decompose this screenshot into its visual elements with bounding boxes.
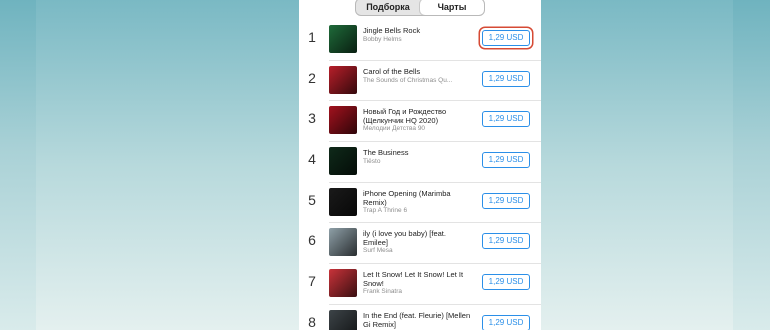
album-artwork[interactable] [329, 269, 357, 298]
artist-name: Мелодии Детства 90 [363, 125, 426, 133]
background-stage: Подборка Чарты 1 Jingle Bells Rock Bobby H… [36, 0, 733, 330]
chart-row[interactable]: 4 The Business Tiësto 1,29 USD [299, 142, 541, 183]
album-artwork[interactable] [329, 228, 357, 257]
chart-list: 1 Jingle Bells Rock Bobby Helms 1,29 USD 2 Ca… [299, 20, 541, 330]
chart-row[interactable]: 5 iPhone Opening (Marimba Remix) Trap A Th… [299, 183, 541, 224]
track-title: iPhone Opening (Marimba Remix) [363, 188, 451, 207]
rank-number: 1 [308, 29, 316, 45]
chart-row[interactable]: 2 Carol of the Bells The Sounds of Christm… [299, 61, 541, 102]
track-title: In the End (feat. Fleurie) [Mellen Gi Re… [363, 310, 471, 329]
track-title: ily (i love you baby) [feat. Emilee] [363, 229, 446, 248]
album-artwork[interactable] [329, 187, 357, 216]
artist-name: Surf Mesa [363, 247, 393, 255]
rank-number: 2 [308, 69, 316, 86]
chart-row[interactable]: 3 Новый Год и Рождество (Щелкунчик HQ 202… [299, 101, 541, 143]
segmented-control: Подборка Чарты [355, 0, 485, 16]
album-artwork[interactable] [329, 147, 357, 176]
tab-charts[interactable]: Чарты [420, 0, 484, 15]
buy-price-button[interactable]: 1,29 USD [482, 314, 530, 330]
app-screen: Подборка Чарты 1 Jingle Bells Rock Bobby H… [299, 0, 541, 330]
buy-price-button[interactable]: 1,29 USD [482, 274, 530, 291]
artist-name: Tiësto [363, 158, 381, 166]
artist-name: The Sounds of Christmas Qu... [363, 76, 453, 84]
album-artwork[interactable] [329, 65, 357, 94]
rank-number: 6 [308, 232, 316, 249]
rank-number: 7 [308, 273, 316, 290]
album-artwork[interactable] [329, 25, 357, 53]
buy-price-button[interactable]: 1,29 USD [482, 111, 530, 128]
track-title: The Business [363, 148, 409, 158]
buy-price-button[interactable]: 1,29 USD [482, 152, 530, 169]
artist-name: Frank Sinatra [363, 288, 403, 296]
artist-name: Bobby Helms [363, 36, 402, 43]
album-artwork[interactable] [329, 309, 357, 330]
track-title: Новый Год и Рождество (Щелкунчик HQ 2020… [363, 107, 447, 126]
buy-price-button[interactable]: 1,29 USD [482, 192, 530, 209]
track-title: Jingle Bells Rock [363, 26, 421, 35]
tab-selection[interactable]: Подборка [356, 0, 420, 15]
rank-number: 5 [308, 191, 316, 208]
rank-number: 3 [308, 110, 316, 127]
rank-number: 4 [308, 151, 316, 168]
album-artwork[interactable] [329, 106, 357, 135]
track-title: Carol of the Bells [363, 66, 421, 76]
chart-row[interactable]: 1 Jingle Bells Rock Bobby Helms 1,29 USD [299, 20, 541, 61]
chart-row[interactable]: 6 ily (i love you baby) [feat. Emilee] Sur… [299, 223, 541, 265]
buy-price-button[interactable]: 1,29 USD [482, 30, 530, 46]
artist-name: Trap A Thrine 6 [363, 206, 408, 214]
buy-price-button[interactable]: 1,29 USD [482, 70, 530, 87]
rank-number: 8 [308, 313, 316, 330]
buy-price-button[interactable]: 1,29 USD [482, 233, 530, 250]
track-title: Let It Snow! Let It Snow! Let It Snow! [363, 270, 464, 289]
chart-row[interactable]: 7 Let It Snow! Let It Snow! Let It Snow! F… [299, 264, 541, 305]
chart-row[interactable]: 8 In the End (feat. Fleurie) [Mellen Gi R… [299, 305, 541, 330]
